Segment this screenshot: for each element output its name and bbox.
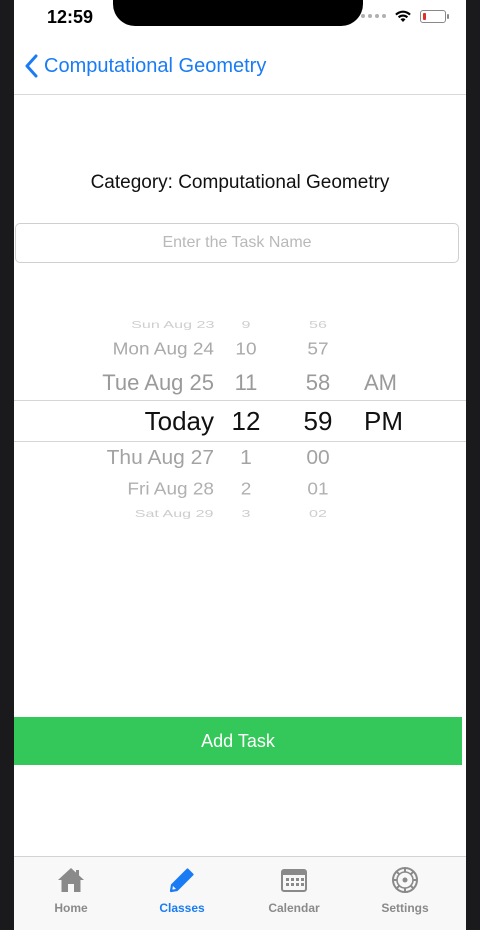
- picker-hour-cell: 10: [235, 339, 257, 360]
- tab-home[interactable]: Home: [26, 865, 116, 915]
- picker-date-cell: Mon Aug 24: [112, 339, 214, 360]
- picker-row[interactable]: Thu Aug 27 1 00: [14, 446, 466, 476]
- task-name-input[interactable]: [15, 223, 459, 263]
- home-icon: [58, 868, 84, 892]
- status-time: 12:59: [47, 7, 94, 27]
- picker-date-cell: Sat Aug 29: [135, 507, 214, 519]
- picker-minute-cell: 56: [309, 318, 327, 330]
- picker-hour-cell: 11: [234, 370, 258, 395]
- battery-level: [423, 12, 426, 20]
- picker-row[interactable]: Mon Aug 24 10 57: [14, 339, 466, 369]
- picker-minute-cell: 59: [303, 406, 333, 436]
- tab-label: Settings: [381, 901, 429, 915]
- tab-bar: Home Classes Calendar Settings: [14, 856, 466, 930]
- picker-date-cell: Today: [144, 406, 214, 436]
- calendar-icon: [281, 869, 307, 892]
- picker-ampm-cell: AM: [364, 370, 397, 395]
- tab-label: Classes: [159, 901, 205, 915]
- settings-icon: [392, 867, 418, 893]
- chevron-left-icon: [25, 54, 38, 78]
- picker-minute-cell: 57: [307, 339, 329, 360]
- picker-row[interactable]: Tue Aug 25 11 58 AM: [14, 370, 466, 400]
- battery-icon: [420, 9, 449, 23]
- status-icons: [361, 9, 449, 23]
- picker-hour-cell: 12: [231, 406, 261, 436]
- add-task-button[interactable]: Add Task: [14, 717, 462, 765]
- picker-hour-cell: 2: [240, 479, 252, 500]
- picker-selected-row[interactable]: Today 12 59 PM: [14, 406, 466, 436]
- back-button[interactable]: Computational Geometry: [24, 54, 266, 78]
- picker-date-cell: Sun Aug 23: [130, 318, 214, 330]
- picker-row[interactable]: Sat Aug 29 3 02: [14, 505, 466, 535]
- picker-minute-cell: 02: [309, 507, 327, 519]
- tab-classes[interactable]: Classes: [137, 865, 227, 915]
- picker-minute-cell: 00: [306, 446, 330, 469]
- back-button-label: Computational Geometry: [44, 54, 267, 77]
- pencil-icon: [169, 868, 194, 893]
- picker-date-cell: Fri Aug 28: [127, 479, 214, 500]
- picker-hour-cell: 3: [241, 507, 251, 519]
- date-time-picker[interactable]: Sun Aug 23 9 56 Mon Aug 24 10 57 Tue Aug 25 11 5…: [14, 300, 466, 540]
- tab-calendar[interactable]: Calendar: [249, 865, 339, 915]
- picker-ampm-cell: PM: [364, 406, 403, 436]
- navigation-bar: Computational Geometry: [14, 42, 466, 95]
- tab-label: Home: [54, 901, 88, 915]
- picker-hour-cell: 9: [241, 318, 251, 330]
- picker-date-cell: Thu Aug 27: [106, 446, 214, 469]
- tab-label: Calendar: [268, 901, 320, 915]
- picker-minute-cell: 58: [305, 370, 331, 395]
- wifi-icon: [395, 10, 411, 22]
- category-label: Category: Computational Geometry: [90, 172, 390, 193]
- cellular-signal-icon: [361, 14, 386, 18]
- notch: [113, 0, 363, 26]
- picker-date-cell: Tue Aug 25: [102, 370, 214, 395]
- picker-hour-cell: 1: [240, 446, 252, 469]
- tab-settings[interactable]: Settings: [360, 865, 450, 915]
- picker-minute-cell: 01: [307, 479, 329, 500]
